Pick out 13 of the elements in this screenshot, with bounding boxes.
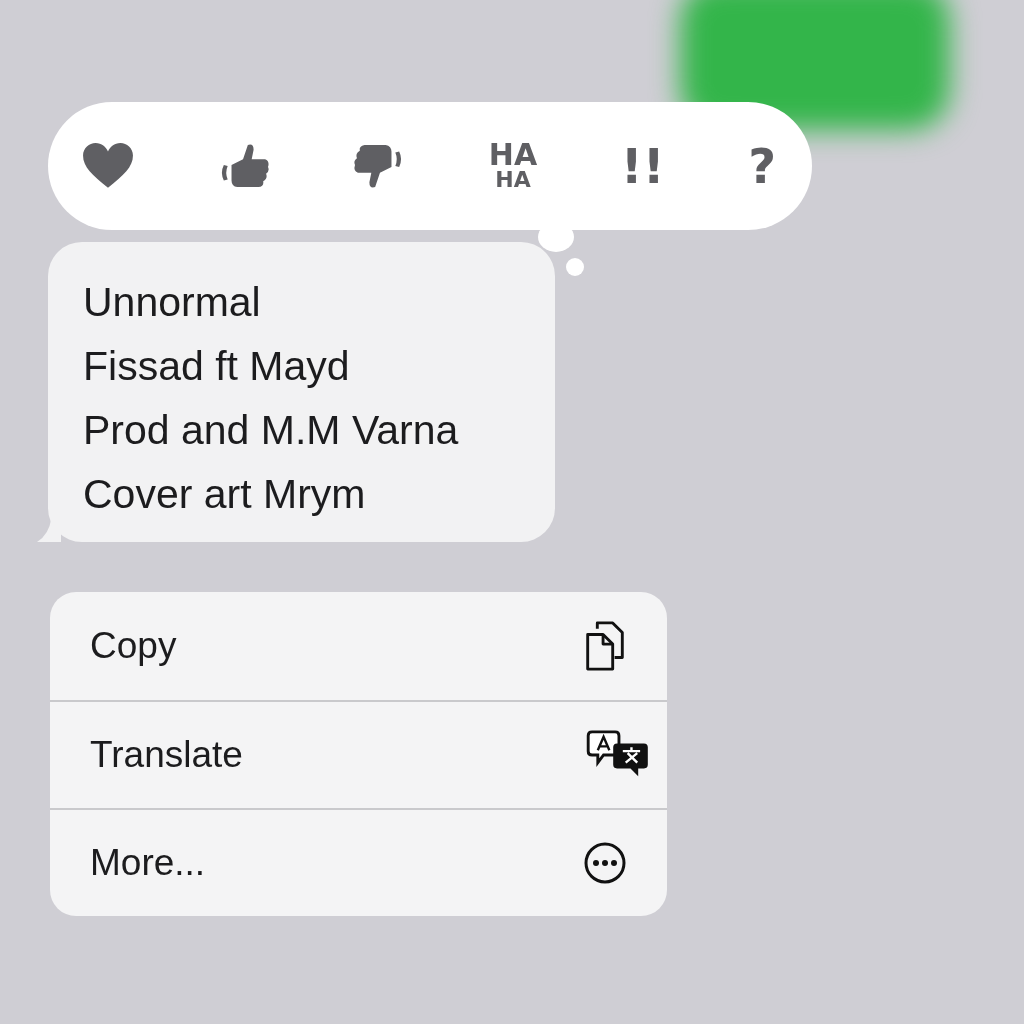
message-line: Fissad ft Mayd	[83, 342, 351, 391]
menu-item[interactable]: More...	[50, 808, 667, 916]
heart-icon[interactable]	[82, 142, 134, 190]
reaction-button[interactable]: !!	[620, 138, 665, 194]
haha-reaction[interactable]: HA HA	[488, 141, 538, 191]
tail-dot	[566, 258, 584, 276]
menu-item[interactable]: Translate	[50, 700, 667, 808]
reaction-button[interactable]: ?	[748, 138, 776, 194]
menu-item[interactable]: Copy	[50, 592, 667, 700]
copy-icon	[583, 621, 627, 671]
message-line: Cover art Mrym	[83, 470, 367, 519]
message-line: Unnormal	[83, 278, 262, 327]
message-line: Prod and M.M Varna	[83, 406, 460, 455]
